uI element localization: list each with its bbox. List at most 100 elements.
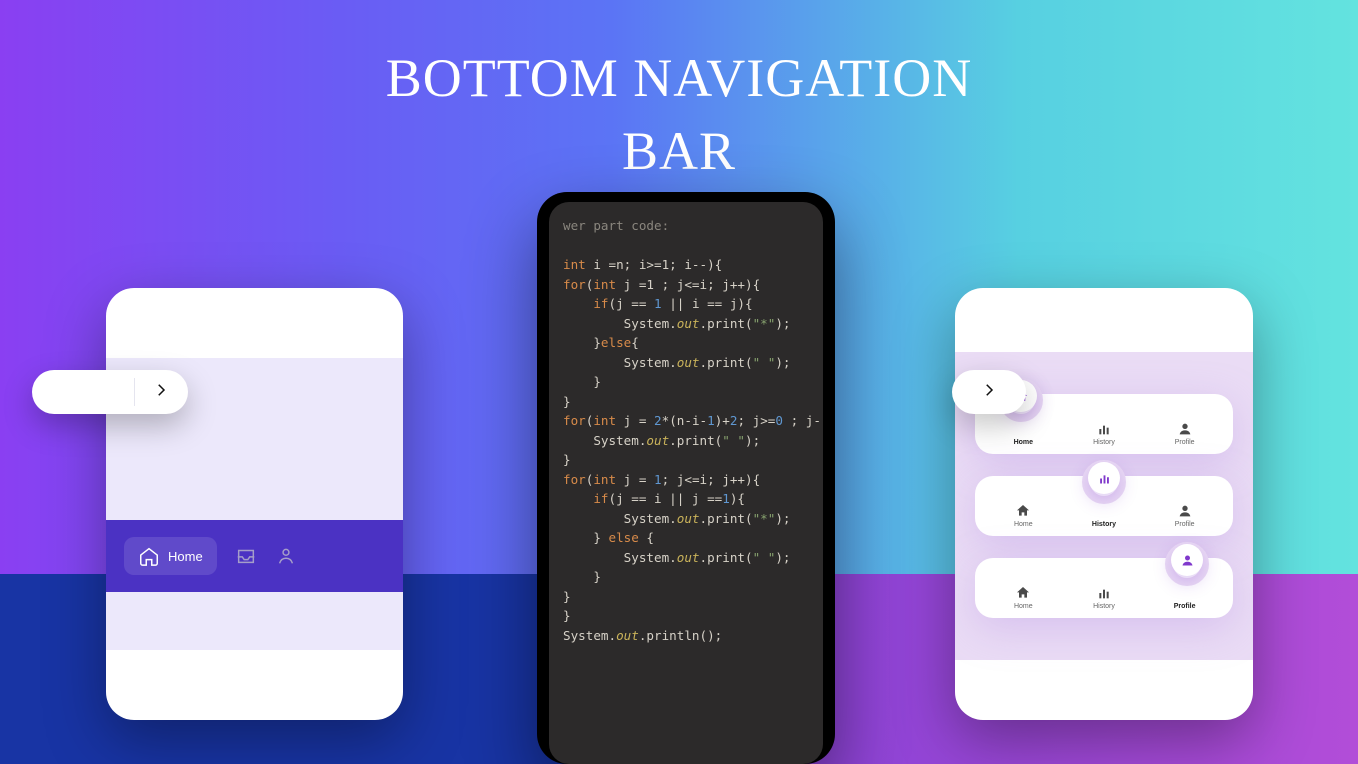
code-str: " " [722,433,745,448]
chevron-right-icon [152,381,170,404]
chart-icon [1096,421,1112,437]
nav-item-home[interactable]: Home [983,585,1063,610]
code-text: ; j>= [737,413,775,428]
code-text: i =n; i>=1; i--){ [586,257,722,272]
code-text: || i == j){ [662,296,753,311]
nav-item-profile[interactable]: Profile [1145,503,1225,528]
code-kw: int [593,472,616,487]
code-text: (j == i || j == [609,491,723,506]
code-text: j =1 ; j<=i; j++){ [616,277,760,292]
nav-item-history[interactable]: History [1064,421,1144,446]
code-num: 0 [775,413,783,428]
nav-item-profile[interactable]: Profile [1145,585,1225,610]
nav-fab-history[interactable] [1088,462,1120,494]
code-kw: for [563,413,586,428]
chevron-right-icon [980,381,998,404]
code-text: (j == [609,296,655,311]
nav-label: Profile [1175,521,1195,528]
code-field: out [646,433,669,448]
chart-icon [1096,503,1112,519]
user-icon [1177,421,1193,437]
home-icon [1015,421,1031,437]
bottom-nav-bar-fab-profile: Home History Profile [975,558,1233,618]
code-text: System. [563,511,677,526]
code-field: out [616,628,639,643]
code-str: "*" [753,511,776,526]
nav-item-history[interactable]: History [1064,585,1144,610]
title-line-2: BAR [0,115,1358,188]
user-icon [1177,585,1193,601]
home-icon [138,545,160,567]
code-text: ); [745,433,760,448]
code-text: .println(); [639,628,722,643]
code-editor-screen: wer part code: int i =n; i>=1; i--){ for… [549,202,823,764]
chart-icon [1096,585,1112,601]
code-text [563,491,593,506]
user-icon [1177,503,1193,519]
code-field: out [677,355,700,370]
code-kw: else [609,530,639,545]
code-text: ); [775,511,790,526]
page-title: BOTTOM NAVIGATION BAR [0,42,1358,188]
code-kw: for [563,472,586,487]
nav-label: History [1093,439,1115,446]
code-text: .print( [699,550,752,565]
code-num: 1 [707,413,715,428]
nav-item-home[interactable]: Home [983,421,1063,446]
title-line-1: BOTTOM NAVIGATION [0,42,1358,115]
home-icon [1015,585,1031,601]
nav-label: Profile [1174,603,1196,610]
inbox-icon[interactable] [235,545,257,567]
code-text: } [563,394,571,409]
nav-label: History [1092,521,1116,528]
nav-item-home[interactable]: Home [983,503,1063,528]
code-str: " " [753,550,776,565]
code-comment: wer part code: [563,218,669,233]
carousel-next-button-right[interactable] [952,370,1026,414]
bottom-nav-bar-fab-history: Home History Profile [975,476,1233,536]
bottom-nav-bar-flat: Home [106,520,403,592]
code-text: } [563,530,609,545]
code-text: System. [563,355,677,370]
nav-item-home[interactable]: Home [124,537,217,575]
divider [134,378,135,406]
code-num: 1 [722,491,730,506]
code-text: } [563,589,571,604]
code-kw: else [601,335,631,350]
nav-label: Home [1014,603,1033,610]
nav-label: Profile [1175,439,1195,446]
code-text: ); [775,550,790,565]
nav-label: History [1093,603,1115,610]
code-kw: if [593,296,608,311]
code-field: out [677,550,700,565]
code-text: System. [563,316,677,331]
nav-label: Home [1014,521,1033,528]
code-text: .print( [699,511,752,526]
code-text: } [563,374,601,389]
code-text: .print( [699,316,752,331]
code-text [563,296,593,311]
code-text: { [639,530,654,545]
code-kw: int [593,413,616,428]
code-str: "*" [753,316,776,331]
code-kw: for [563,277,586,292]
code-text: } [563,569,601,584]
code-text: )+ [715,413,730,428]
carousel-next-button-left[interactable] [32,370,188,414]
nav-fab-profile[interactable] [1171,544,1203,576]
code-text: .print( [699,355,752,370]
code-field: out [677,511,700,526]
code-text: { [631,335,639,350]
mockup-card-right: Home History Profile Home Hist [955,288,1253,720]
phone-frame: wer part code: int i =n; i>=1; i--){ for… [537,192,835,764]
code-text: ; j<=i; j++){ [662,472,761,487]
nav-item-home-label: Home [168,549,203,564]
nav-item-history[interactable]: History [1064,503,1144,528]
code-kw: int [593,277,616,292]
code-text: .print( [669,433,722,448]
code-str: " " [753,355,776,370]
user-icon[interactable] [275,545,297,567]
nav-item-profile[interactable]: Profile [1145,421,1225,446]
code-text: ){ [730,491,745,506]
code-text: *(n-i- [662,413,708,428]
